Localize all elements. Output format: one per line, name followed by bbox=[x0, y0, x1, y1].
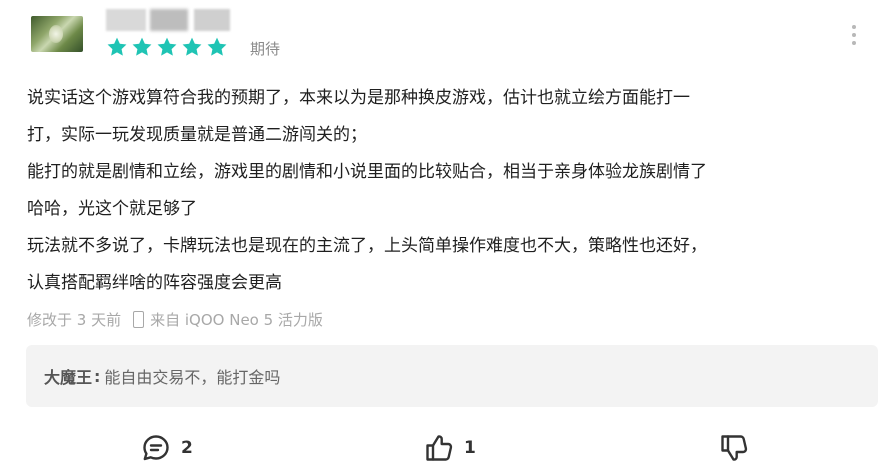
username-redacted[interactable] bbox=[106, 9, 230, 31]
thumbs-up-icon bbox=[426, 435, 453, 461]
review-line: 说实话这个游戏算符合我的预期了，本来以为是那种换皮游戏，估计也就立绘方面能打一 bbox=[27, 88, 690, 108]
comment-icon bbox=[143, 435, 169, 461]
comment-button[interactable]: 2 bbox=[140, 432, 193, 464]
rating-stars bbox=[106, 36, 228, 58]
username-blur-block bbox=[194, 9, 230, 31]
star-icon bbox=[182, 37, 202, 56]
review-meta: 修改于 3 天前 来自 iQOO Neo 5 活力版 bbox=[27, 309, 323, 330]
review-line: 玩法就不多说了，卡牌玩法也是现在的主流了，上头简单操作难度也不大，策略性也还好， bbox=[27, 236, 707, 256]
like-button[interactable]: 1 bbox=[423, 432, 476, 464]
review-line: 哈哈，光这个就足够了 bbox=[27, 199, 197, 219]
reply-author[interactable]: 大魔王 bbox=[44, 364, 92, 388]
dislike-button[interactable] bbox=[718, 432, 750, 464]
review-line: 打，实际一玩发现质量就是普通二游闯关的； bbox=[27, 125, 367, 145]
star-icon bbox=[207, 37, 227, 56]
phone-icon bbox=[133, 311, 145, 328]
more-vertical-icon[interactable] bbox=[846, 22, 862, 48]
edited-time: 修改于 3 天前 bbox=[27, 311, 122, 329]
thumbs-down-icon bbox=[721, 435, 748, 461]
action-bar: 2 1 bbox=[0, 432, 880, 466]
review-line: 认真搭配羁绊啥的阵容强度会更高 bbox=[27, 273, 282, 293]
comment-count: 2 bbox=[181, 438, 193, 458]
device-label: 来自 iQOO Neo 5 活力版 bbox=[150, 311, 323, 329]
username-blur-block bbox=[106, 9, 146, 31]
like-count: 1 bbox=[464, 438, 476, 458]
reply-text: 能自由交易不，能打金吗 bbox=[104, 368, 281, 387]
star-icon bbox=[132, 37, 152, 56]
star-icon bbox=[107, 37, 127, 56]
reply-preview[interactable]: 大魔王 : 能自由交易不，能打金吗 bbox=[26, 345, 878, 407]
star-icon bbox=[157, 37, 177, 56]
reply-separator: : bbox=[94, 366, 101, 386]
review-line: 能打的就是剧情和立绘，游戏里的剧情和小说里面的比较贴合，相当于亲身体验龙族剧情了 bbox=[27, 162, 707, 182]
review-text: 说实话这个游戏算符合我的预期了，本来以为是那种换皮游戏，估计也就立绘方面能打一 … bbox=[27, 80, 867, 302]
rating-label: 期待 bbox=[250, 40, 281, 58]
avatar[interactable] bbox=[31, 16, 83, 52]
username-blur-block bbox=[150, 9, 188, 31]
